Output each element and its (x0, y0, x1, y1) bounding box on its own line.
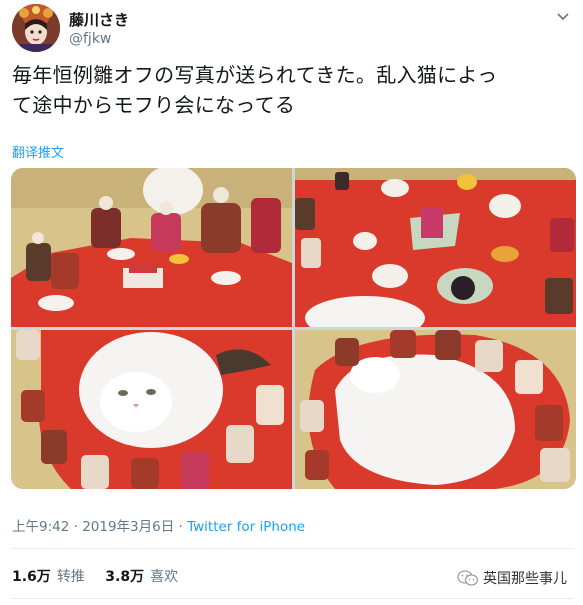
tweet-header: 藤川さき @fjkw (12, 4, 572, 54)
tweet-time: 上午9:42 (12, 519, 70, 535)
tweet-source-link[interactable]: Twitter for iPhone (187, 519, 305, 535)
tweet-photo[interactable] (11, 330, 292, 489)
tweet-photo[interactable] (11, 168, 292, 327)
likes-count: 3.8万 (105, 569, 145, 585)
tweet-photo[interactable] (295, 168, 576, 327)
tweet-timestamp[interactable]: 上午9:42 · 2019年3月6日 · Twitter for iPhone (12, 515, 305, 535)
tweet-date: 2019年3月6日 (82, 519, 175, 535)
tweet-text-line: 毎年恒例雛オフの写真が送られてきた。乱入猫によっ (12, 63, 498, 87)
media-grid (11, 168, 576, 489)
divider (12, 548, 574, 549)
wechat-icon (457, 570, 479, 586)
tweet-text: 毎年恒例雛オフの写真が送られてきた。乱入猫によっ て途中からモフり会になってる (12, 60, 572, 120)
tweet-stats: 1.6万 转推 3.8万 喜欢 (12, 566, 194, 586)
avatar[interactable] (12, 4, 60, 52)
author-handle[interactable]: @fjkw (69, 31, 111, 47)
tweet-photo[interactable] (295, 330, 576, 489)
watermark: 英国那些事儿 (457, 568, 567, 588)
meta-separator: · (69, 519, 83, 535)
retweets-stat[interactable]: 1.6万 转推 (12, 569, 85, 585)
retweets-label: 转推 (56, 569, 85, 585)
retweets-count: 1.6万 (12, 569, 51, 585)
tweet-text-line: て途中からモフり会になってる (12, 93, 296, 117)
author-display-name[interactable]: 藤川さき (69, 9, 129, 30)
translate-tweet-link[interactable]: 翻译推文 (12, 142, 64, 161)
divider (12, 598, 574, 599)
likes-stat[interactable]: 3.8万 喜欢 (105, 569, 178, 585)
likes-label: 喜欢 (150, 569, 179, 585)
meta-separator: · (174, 519, 188, 535)
chevron-down-icon[interactable] (556, 10, 570, 24)
watermark-text: 英国那些事儿 (483, 571, 567, 587)
